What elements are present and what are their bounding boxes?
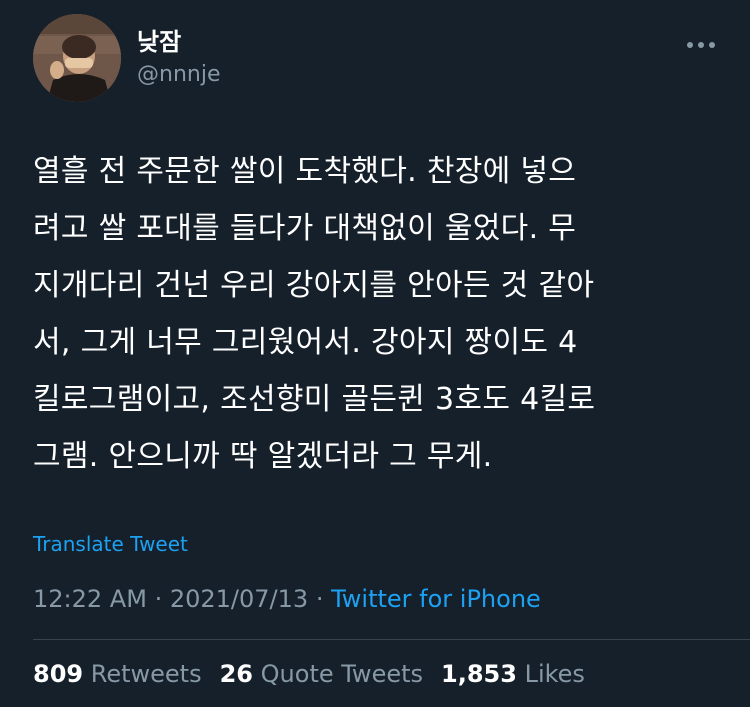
retweets-count: 809 — [33, 660, 84, 688]
quote-tweets-label: Quote Tweets — [260, 660, 424, 688]
tweet-text: 열흘 전 주문한 쌀이 도착했다. 찬장에 넣으 려고 쌀 포대를 들다가 대책… — [33, 154, 596, 474]
retweets-label: Retweets — [90, 660, 202, 688]
likes-label: Likes — [524, 660, 585, 688]
avatar-image — [33, 14, 121, 102]
likes-count: 1,853 — [441, 660, 517, 688]
translate-tweet-link[interactable]: Translate Tweet — [33, 530, 188, 558]
display-name[interactable]: 낮잠 — [137, 27, 181, 57]
divider — [33, 639, 750, 640]
meta-separator: · — [154, 585, 163, 613]
tweet-date[interactable]: 2021/07/13 — [170, 585, 308, 613]
meta-separator: · — [315, 585, 324, 613]
tweet-metadata: 12:22 AM · 2021/07/13 · Twitter for iPho… — [33, 583, 541, 615]
user-handle[interactable]: @nnnje — [137, 60, 220, 90]
quote-tweets-stat[interactable]: 26 Quote Tweets — [220, 658, 423, 690]
retweets-stat[interactable]: 809 Retweets — [33, 658, 202, 690]
tweet-stats: 809 Retweets 26 Quote Tweets 1,853 Likes — [33, 658, 603, 690]
avatar[interactable] — [33, 14, 121, 102]
tweet-time[interactable]: 12:22 AM — [33, 585, 147, 613]
quote-tweets-count: 26 — [219, 660, 254, 688]
tweet-source-link[interactable]: Twitter for iPhone — [331, 585, 541, 613]
more-options-button[interactable] — [681, 30, 721, 60]
more-horizontal-icon — [687, 42, 715, 48]
likes-stat[interactable]: 1,853 Likes — [441, 658, 585, 690]
